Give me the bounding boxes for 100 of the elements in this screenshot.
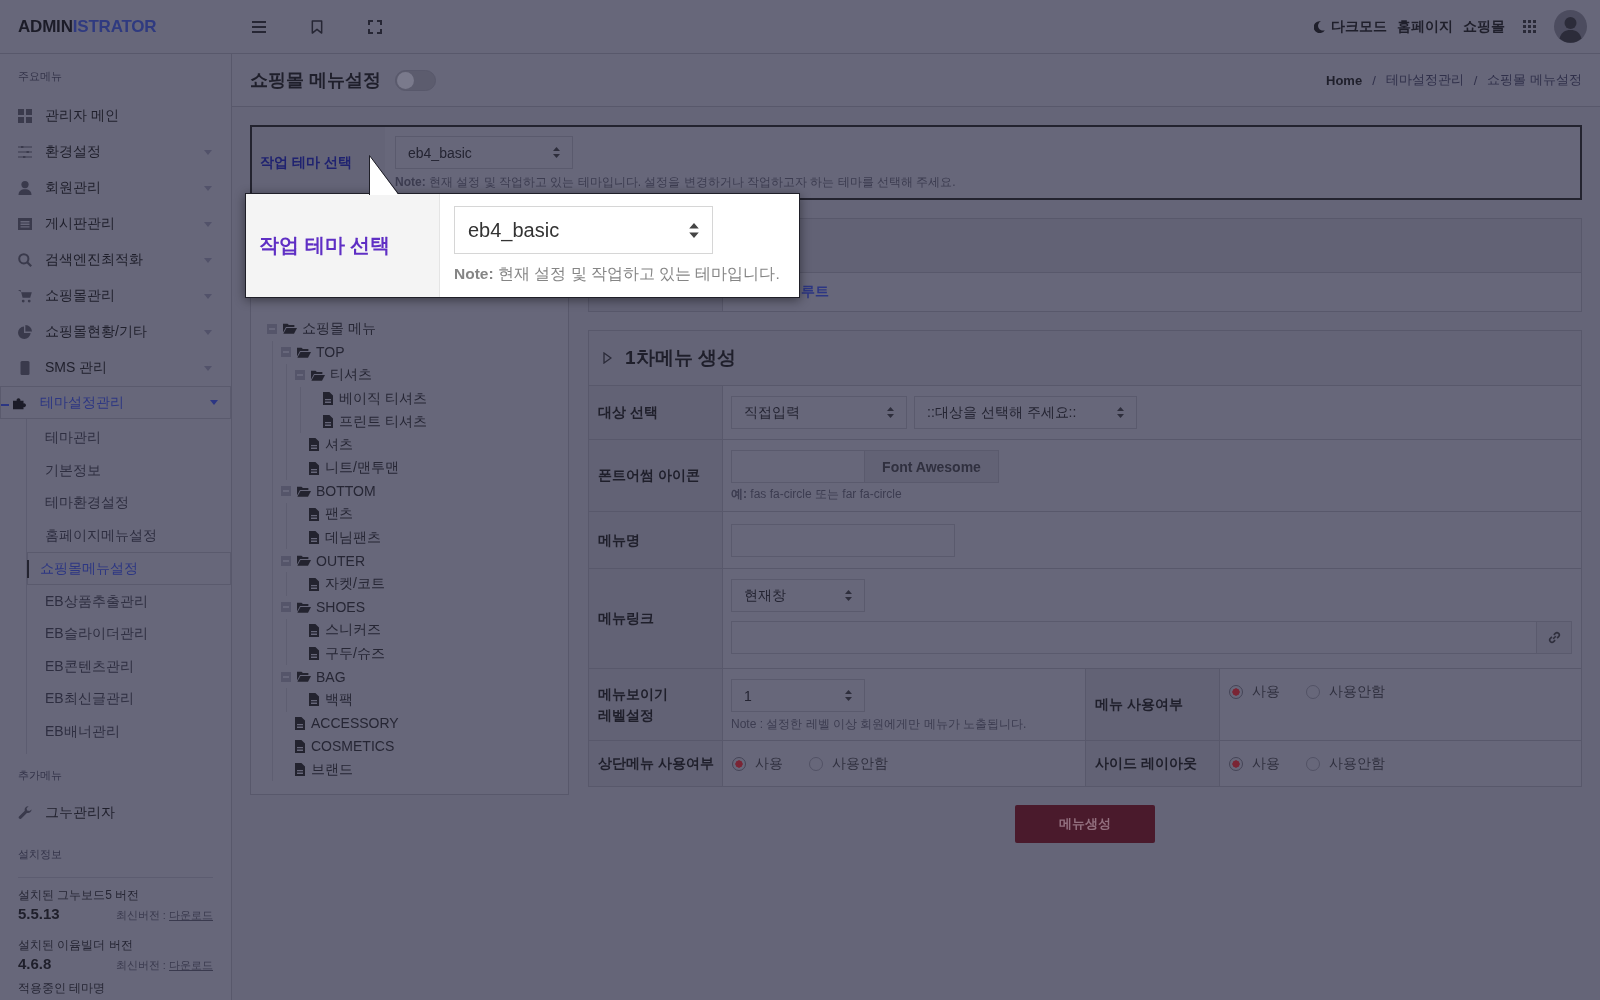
radio-button[interactable] <box>1229 757 1243 771</box>
radio-option[interactable]: 사용 <box>1229 682 1280 702</box>
tree-item[interactable]: 데님팬츠 <box>295 526 558 550</box>
file-icon <box>309 623 319 637</box>
sidebar-item[interactable]: SMS 관리 <box>0 350 231 386</box>
sliders-icon <box>18 145 32 159</box>
tree-item[interactable]: 셔츠 <box>295 433 558 457</box>
file-icon <box>295 739 305 753</box>
apps-grid-icon[interactable] <box>1523 20 1536 33</box>
folder-open-icon <box>297 485 311 497</box>
create-menu-button[interactable]: 메뉴생성 <box>1015 805 1155 843</box>
select-arrows-icon <box>845 690 852 701</box>
header-link[interactable]: 다크모드 <box>1314 17 1387 36</box>
tree-item[interactable]: 니트/맨투맨 <box>295 456 558 480</box>
theme-select[interactable]: eb4_basic <box>454 206 713 254</box>
sidebar-item[interactable]: 관리자 메인 <box>0 98 231 134</box>
sidebar-subitem[interactable]: 테마관리 <box>27 422 231 455</box>
sidebar-item[interactable]: 검색엔진최적화 <box>0 242 231 278</box>
tree-item[interactable]: 브랜드 <box>281 757 558 782</box>
select-arrows-icon <box>689 222 699 238</box>
tree-item[interactable]: 쇼핑몰 메뉴 <box>267 317 558 341</box>
file-icon <box>295 763 305 777</box>
select-arrows-icon <box>845 590 852 601</box>
sidebar-subitem[interactable]: EB콘텐츠관리 <box>27 650 231 684</box>
sidebar-item[interactable]: 쇼핑몰현황/기타 <box>0 314 231 350</box>
file-icon <box>323 415 333 429</box>
user-icon <box>18 181 32 195</box>
caret-right-icon[interactable] <box>603 352 612 364</box>
breadcrumb-separator: / <box>1473 72 1478 88</box>
tree-item[interactable]: 스니커즈 <box>295 618 558 642</box>
sidebar-item[interactable]: 그누관리자 <box>0 795 231 832</box>
bookmark-icon[interactable] <box>310 19 324 34</box>
tree-item[interactable]: TOP <box>281 340 558 364</box>
header-link[interactable]: 쇼핑몰 <box>1463 17 1505 36</box>
avatar-icon[interactable] <box>1554 10 1587 43</box>
radio-option[interactable]: 사용안함 <box>809 754 888 774</box>
tree-item[interactable]: ACCESSORY <box>281 711 558 735</box>
sidebar-subitem[interactable]: 테마환경설정 <box>27 487 231 520</box>
sidebar-subitem[interactable]: 홈페이지메뉴설정 <box>27 519 231 553</box>
logo[interactable]: ADMINISTRATOR <box>0 16 232 37</box>
link-icon <box>1547 631 1561 644</box>
tree-item[interactable]: BOTTOM <box>281 479 558 503</box>
select-arrows-icon <box>887 407 894 418</box>
tree-item[interactable]: 자켓/코트 <box>295 572 558 596</box>
sidebar-item[interactable]: 회원관리 <box>0 170 231 206</box>
tree-item[interactable]: 프린트 티셔츠 <box>309 410 558 434</box>
tree-item[interactable]: OUTER <box>281 549 558 573</box>
radio-option[interactable]: 사용 <box>1229 754 1280 774</box>
sidebar-heading: 적용중인 테마명 <box>17 981 107 996</box>
radio-option[interactable]: 사용 <box>732 754 783 774</box>
breadcrumb-link[interactable]: Home <box>1326 72 1363 88</box>
tree-item[interactable]: 구두/슈즈 <box>295 642 558 666</box>
version-number: 5.5.13 <box>18 904 60 925</box>
sidebar-subitem[interactable]: EB상품추출관리 <box>27 585 231 618</box>
tree-item[interactable]: COSMETICS <box>281 734 558 758</box>
select-field[interactable]: ::대상을 선택해 주세요:: <box>914 396 1137 429</box>
tree-item[interactable]: 티셔츠 <box>295 363 558 387</box>
sidebar-item[interactable]: 테마설정관리 <box>0 386 231 419</box>
moon-icon <box>1314 20 1325 33</box>
level-select[interactable]: 1 <box>731 679 865 712</box>
radio-button[interactable] <box>1229 685 1243 699</box>
select-arrows-icon <box>553 147 560 158</box>
sidebar-subitem[interactable]: 쇼핑몰메뉴설정 <box>27 552 231 586</box>
mobile-phone-icon <box>18 361 32 375</box>
tree-item[interactable]: 팬츠 <box>295 502 558 527</box>
sidebar-item[interactable]: 쇼핑몰관리 <box>0 278 231 314</box>
sidebar-subitem[interactable]: EB슬라이더관리 <box>27 617 231 651</box>
sidebar-item[interactable]: 환경설정 <box>0 134 231 170</box>
file-icon <box>309 508 319 521</box>
file-icon <box>323 392 333 406</box>
tree-item[interactable]: 베이직 티셔츠 <box>309 386 558 411</box>
sidebar-subitem[interactable]: EB최신글관리 <box>27 683 231 716</box>
radio-button[interactable] <box>732 757 746 771</box>
folder-open-icon <box>297 601 311 613</box>
tree-item[interactable]: BAG <box>281 665 558 689</box>
puzzle-icon <box>13 395 27 410</box>
version-label: 설치된 그누보드5 버전 <box>18 887 141 904</box>
version-number: 4.6.8 <box>18 954 52 975</box>
menu-icon[interactable] <box>252 19 266 34</box>
link-target-select[interactable]: 현재창 <box>731 579 865 612</box>
toggle-switch[interactable] <box>395 69 436 91</box>
radio-option[interactable]: 사용안함 <box>1306 682 1385 702</box>
header-link[interactable]: 홈페이지 <box>1397 17 1453 36</box>
radio-option[interactable]: 사용안함 <box>1306 754 1385 774</box>
fullscreen-icon[interactable] <box>368 19 382 34</box>
sidebar-item[interactable]: 게시판관리 <box>0 206 231 242</box>
folder-open-icon <box>297 555 311 567</box>
grid-icon <box>18 109 32 123</box>
select-field[interactable]: 직접입력 <box>731 396 907 429</box>
folder-open-icon <box>283 323 297 335</box>
tooltip-label: 작업 테마 선택 <box>246 194 440 297</box>
sidebar-subitem[interactable]: EB배너관리 <box>27 715 231 749</box>
form-label: 상단메뉴 사용여부 <box>589 741 723 786</box>
form-label: 대상 선택 <box>589 386 723 439</box>
theme-select[interactable]: eb4_basic <box>395 136 573 169</box>
pie-chart-icon <box>18 325 32 339</box>
tree-item[interactable]: SHOES <box>281 595 558 619</box>
sidebar-subitem[interactable]: 기본정보 <box>27 454 231 488</box>
link-button[interactable] <box>1537 621 1572 654</box>
tree-item[interactable]: 백팩 <box>295 688 558 712</box>
